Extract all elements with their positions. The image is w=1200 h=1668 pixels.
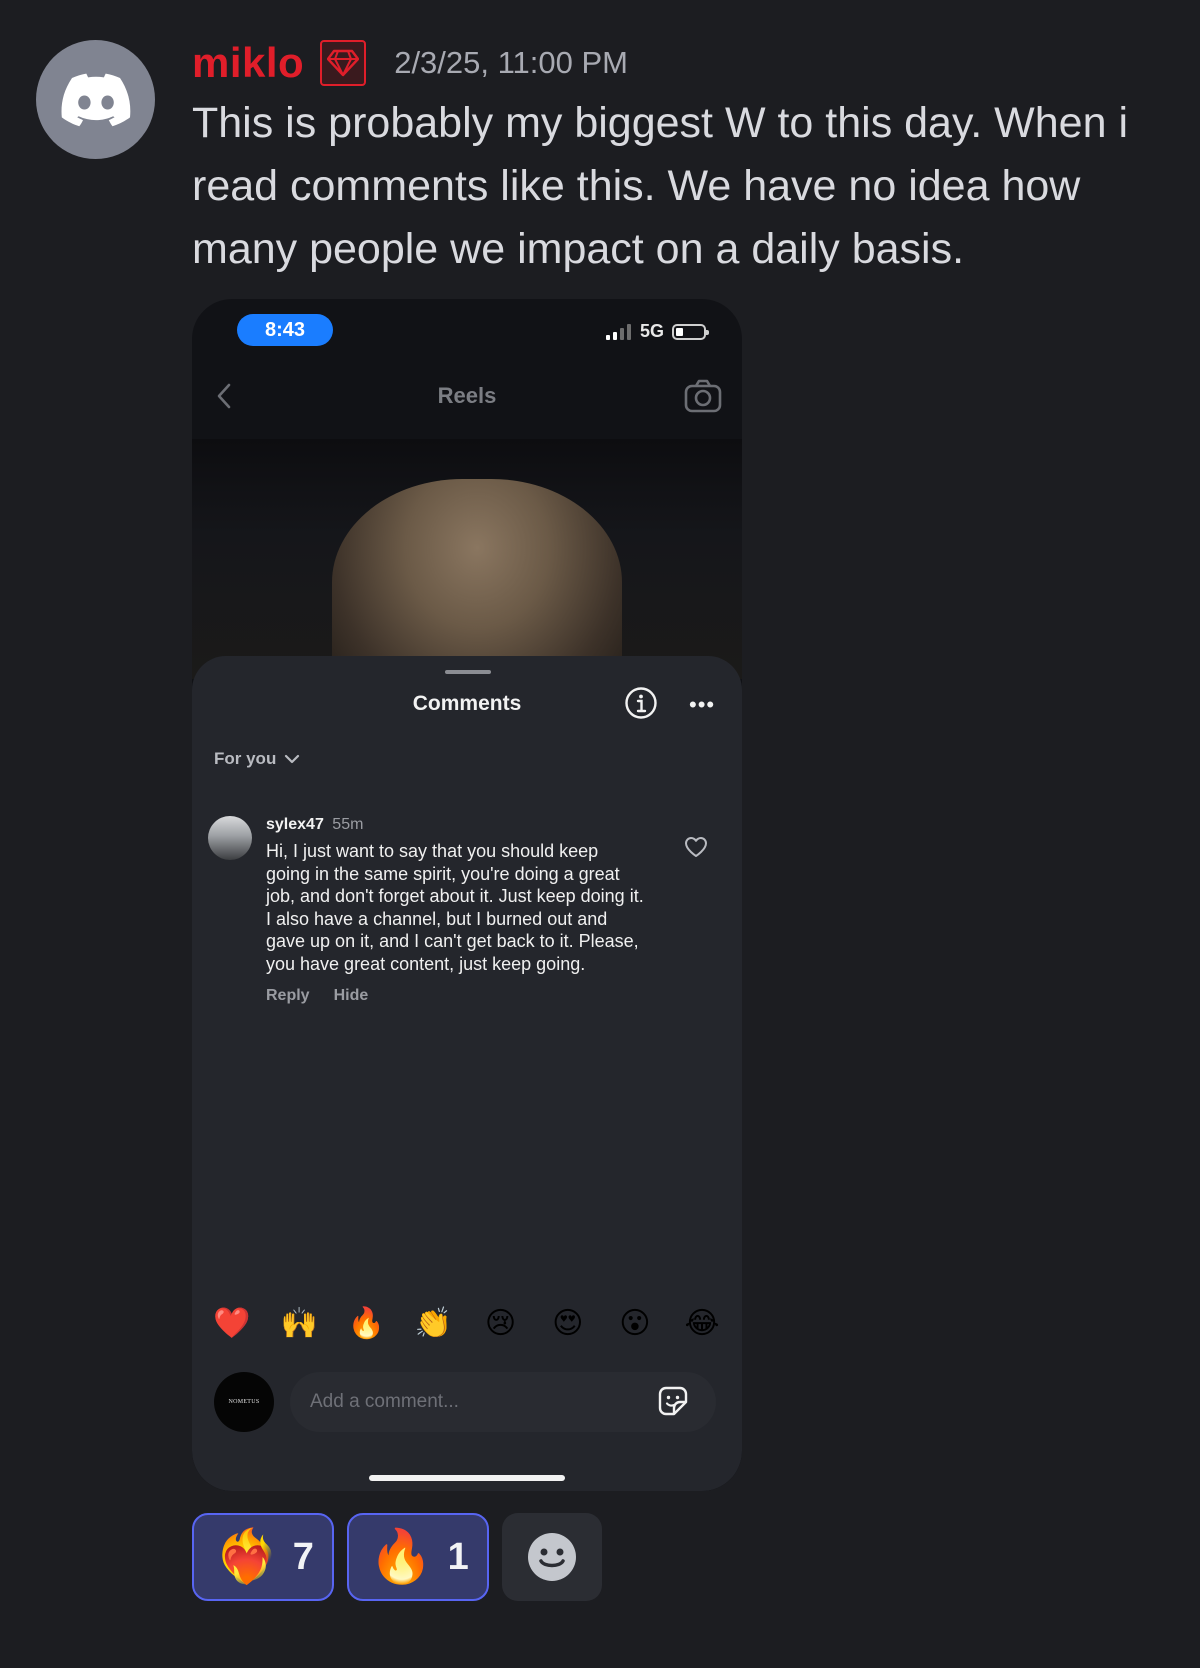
quick-emoji-heart-eyes[interactable]: 😍 bbox=[548, 1306, 588, 1341]
status-indicators: 5G bbox=[605, 321, 709, 342]
comment-input[interactable] bbox=[290, 1372, 716, 1432]
reels-nav-bar: Reels bbox=[192, 379, 742, 419]
commenter-username[interactable]: sylex47 bbox=[266, 816, 324, 833]
comment-input-row: NOMETUS bbox=[214, 1372, 716, 1432]
home-indicator bbox=[369, 1475, 565, 1481]
signal-icon bbox=[605, 323, 631, 340]
sticker-icon[interactable] bbox=[656, 1384, 690, 1418]
filter-label: For you bbox=[214, 749, 277, 768]
reaction-count: 1 bbox=[447, 1535, 469, 1578]
info-icon[interactable] bbox=[624, 686, 658, 720]
commenter-avatar[interactable] bbox=[208, 816, 252, 860]
comment-body: sylex47 55m Hi, I just want to say that … bbox=[266, 816, 646, 1005]
quick-emoji-raised-hands[interactable]: 🙌 bbox=[279, 1306, 319, 1341]
sheet-drag-handle[interactable] bbox=[445, 670, 491, 674]
hide-button[interactable]: Hide bbox=[334, 987, 369, 1005]
quick-emoji-clap[interactable]: 👏 bbox=[413, 1306, 453, 1341]
status-bar: 8:43 5G bbox=[192, 299, 742, 359]
reaction-heart-on-fire[interactable]: ❤️‍🔥 7 bbox=[192, 1513, 334, 1601]
reply-button[interactable]: Reply bbox=[266, 987, 310, 1005]
quick-emoji-bar: ❤️ 🙌 🔥 👏 😢 😍 😮 😂 bbox=[212, 1306, 722, 1341]
comments-sheet: Comments ••• For you sylex47 55m Hi, I j… bbox=[192, 656, 742, 1491]
fire-icon: 🔥 bbox=[368, 1528, 434, 1586]
chevron-down-icon bbox=[285, 754, 300, 764]
comment-actions: Reply Hide bbox=[266, 987, 646, 1005]
quick-emoji-heart[interactable]: ❤️ bbox=[212, 1306, 252, 1341]
user-avatar[interactable] bbox=[36, 40, 155, 159]
quick-emoji-fire[interactable]: 🔥 bbox=[346, 1306, 386, 1341]
username[interactable]: miklo bbox=[192, 39, 304, 87]
heart-on-fire-icon: ❤️‍🔥 bbox=[214, 1528, 279, 1586]
nav-title: Reels bbox=[437, 383, 497, 408]
reactions-bar: ❤️‍🔥 7 🔥 1 bbox=[192, 1513, 602, 1601]
status-time: 8:43 bbox=[237, 314, 333, 346]
comment-time: 55m bbox=[332, 816, 364, 833]
reaction-fire[interactable]: 🔥 1 bbox=[346, 1513, 489, 1601]
message-text: This is probably my biggest W to this da… bbox=[192, 99, 1129, 273]
discord-logo-icon bbox=[61, 73, 130, 126]
add-reaction-button[interactable] bbox=[501, 1513, 602, 1601]
attached-screenshot[interactable]: 8:43 5G Reels Comments ••• For you sylex… bbox=[192, 299, 742, 1491]
quick-emoji-laughing[interactable]: 😂 bbox=[682, 1306, 722, 1341]
comment-filter-dropdown[interactable]: For you bbox=[214, 749, 300, 769]
smiley-icon bbox=[527, 1533, 576, 1581]
gem-icon[interactable] bbox=[320, 40, 367, 86]
camera-icon[interactable] bbox=[684, 379, 722, 413]
heart-icon[interactable] bbox=[684, 836, 708, 858]
network-label: 5G bbox=[639, 321, 664, 341]
battery-icon bbox=[672, 323, 709, 340]
quick-emoji-surprised[interactable]: 😮 bbox=[615, 1306, 655, 1341]
self-avatar[interactable]: NOMETUS bbox=[214, 1372, 274, 1432]
quick-emoji-crying[interactable]: 😢 bbox=[481, 1306, 521, 1341]
more-options-icon[interactable]: ••• bbox=[689, 694, 715, 716]
reaction-count: 7 bbox=[292, 1535, 314, 1578]
comments-title: Comments bbox=[412, 692, 522, 715]
message-header: miklo 2/3/25, 11:00 PM bbox=[192, 38, 628, 88]
comment-text: Hi, I just want to say that you should k… bbox=[266, 841, 644, 974]
message-timestamp: 2/3/25, 11:00 PM bbox=[394, 45, 629, 80]
